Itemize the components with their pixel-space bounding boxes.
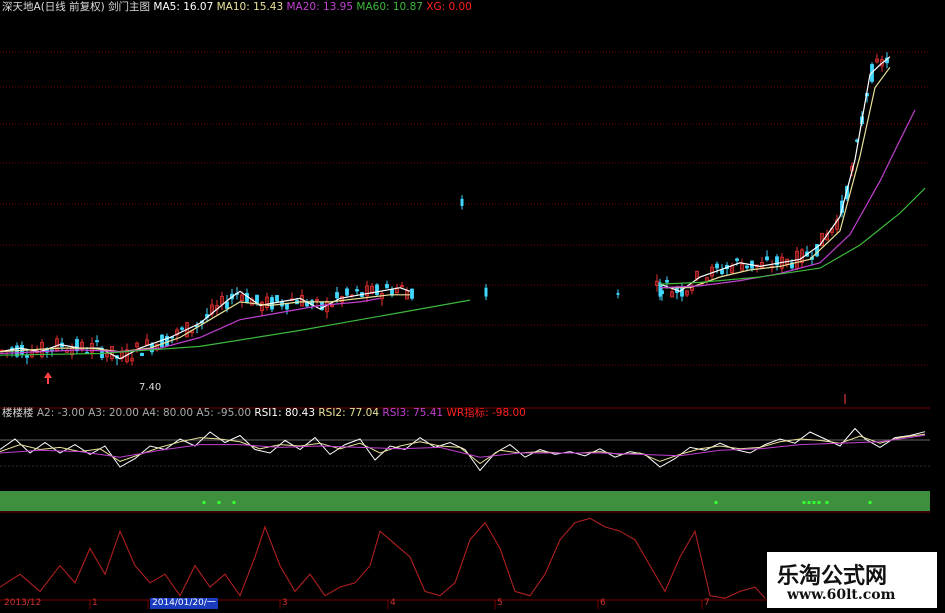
candle-body-57	[285, 303, 289, 310]
line-wr	[0, 517, 766, 599]
a5-label: A5: -95.00	[196, 407, 251, 419]
price-legend: 深天地A(日线 前复权) 剑门主图 MA5: 16.07 MA10: 15.43…	[2, 0, 472, 14]
stock-chart: 深天地A(日线 前复权) 剑门主图 MA5: 16.07 MA10: 15.43…	[0, 0, 945, 609]
signal-dot-6	[812, 501, 816, 504]
xg-label: XG: 0.00	[426, 1, 472, 13]
buy-arrow-icon	[44, 372, 52, 384]
date-label-6: 6	[600, 598, 606, 608]
signal-dot-3	[714, 501, 718, 504]
rsi2-label: RSI2: 77.04	[318, 407, 380, 419]
candle-body-75	[375, 284, 379, 295]
candle-body-36	[180, 327, 184, 330]
ma5-label: MA5: 16.07	[153, 1, 214, 13]
chart-canvas	[0, 51, 930, 609]
line-rsi3	[0, 434, 926, 458]
candle-body-82	[410, 288, 414, 299]
a3-label: A3: 20.00	[88, 407, 139, 419]
signal-dot-7	[817, 501, 821, 504]
a4-label: A4: 80.00	[142, 407, 194, 419]
signal-dot-2	[232, 501, 236, 504]
low-price-label: 7.40	[139, 382, 162, 393]
date-label-3: 3	[282, 598, 288, 608]
signal-dot-4	[802, 501, 806, 504]
ma10-label: MA10: 15.43	[216, 1, 284, 13]
candle-body-95	[715, 263, 719, 269]
period-label: (日线 前复权)	[40, 1, 105, 13]
date-label-selected[interactable]: 2014/01/20/一	[150, 598, 218, 609]
indicator-name: 剑门主图	[108, 1, 151, 13]
gap-candle-body-2	[616, 293, 620, 295]
line-rsi2	[0, 433, 926, 465]
candle-body-96	[720, 269, 724, 275]
signal-dot-0	[202, 501, 206, 504]
signal-dot-1	[217, 501, 221, 504]
signal-dot-8	[825, 501, 829, 504]
candle-body-15	[75, 339, 79, 352]
a2-label: A2: -3.00	[36, 407, 85, 419]
sub-indicator-name: 楼楼楼	[2, 407, 34, 419]
wr-label: WR指标: -98.00	[446, 407, 526, 419]
ma20-label: MA20: 13.95	[286, 1, 354, 13]
candle-body-85	[665, 280, 669, 283]
date-label-4: 4	[390, 598, 396, 608]
line-ma10-1	[660, 66, 891, 289]
ma60-label: MA60: 10.87	[356, 1, 423, 13]
watermark-url: www.60lt.com	[787, 587, 896, 603]
candle-body-55	[275, 295, 279, 302]
sub-legend: 楼楼楼 A2: -3.00 A3: 20.00 A4: 80.00 A5: -9…	[2, 406, 526, 420]
gap-candle-body-1	[484, 287, 488, 297]
rsi3-label: RSI3: 75.41	[382, 407, 444, 419]
candle-body-105	[765, 256, 769, 261]
candle-body-69	[345, 288, 349, 296]
signal-dot-9	[868, 501, 872, 504]
candle-body-19	[95, 340, 99, 343]
candle-body-67	[335, 292, 339, 299]
candle-body-99	[735, 258, 739, 261]
signal-band	[0, 491, 930, 511]
date-label-0: 2013/12	[4, 598, 42, 608]
watermark-title: 乐淘公式网	[777, 563, 888, 589]
date-label-7: 7	[704, 598, 710, 608]
candle-body-77	[385, 284, 389, 289]
signal-dot-5	[807, 501, 811, 504]
candle-body-101	[745, 265, 749, 269]
candle-body-45	[225, 301, 229, 309]
date-label-5: 5	[497, 598, 503, 608]
candle-body-71	[355, 289, 359, 292]
gap-candle-body-0	[460, 198, 464, 206]
site-watermark: 乐淘公式网 www.60lt.com	[767, 552, 937, 608]
candle-body-5	[25, 354, 29, 358]
date-label-1: 1	[92, 598, 98, 608]
candle-body-28	[140, 352, 144, 357]
candle-body-49	[245, 293, 249, 303]
rsi1-label: RSI1: 80.43	[254, 407, 316, 419]
stock-name[interactable]: 深天地A	[2, 1, 41, 13]
